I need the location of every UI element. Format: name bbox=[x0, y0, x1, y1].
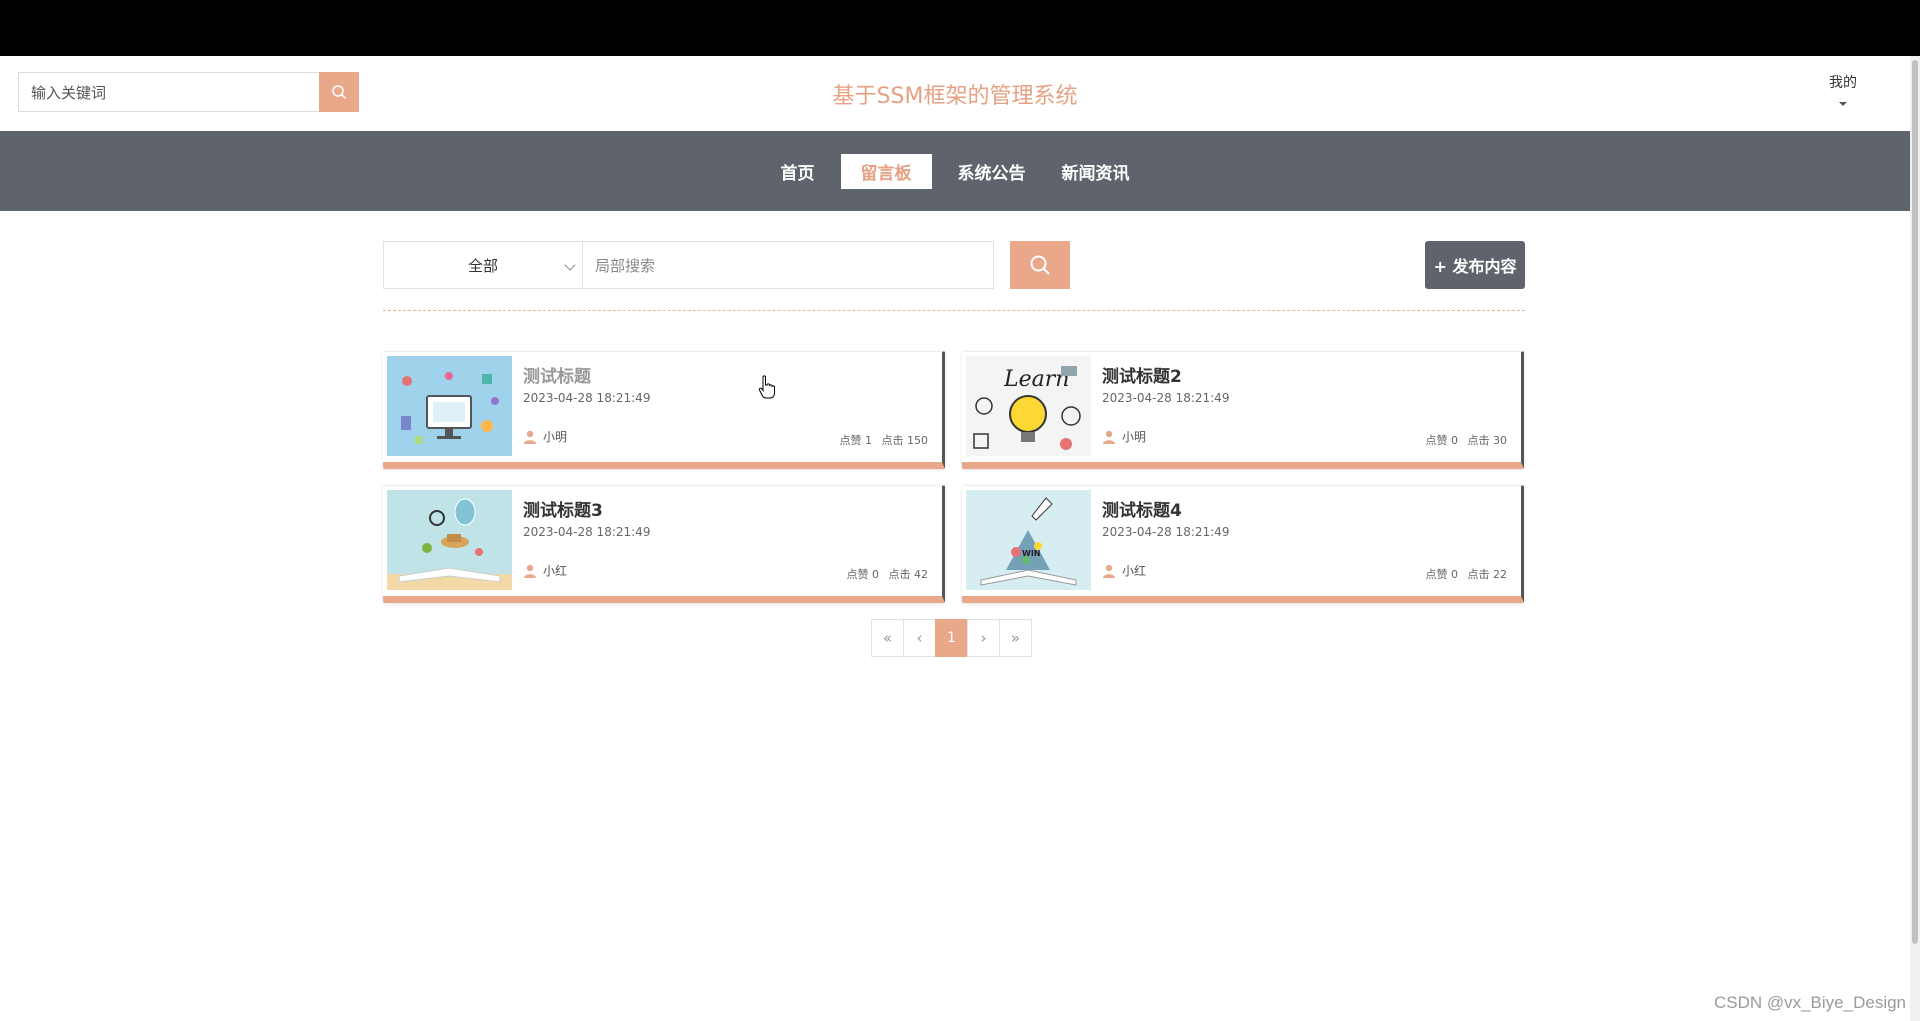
post-likes: 点赞 0 bbox=[1425, 568, 1459, 581]
post-card[interactable]: 测试标题 2023-04-28 18:21:49 小明 点赞 1 点击 150 bbox=[383, 351, 945, 469]
pagination-prev[interactable]: ‹ bbox=[903, 619, 936, 657]
search-icon bbox=[1030, 255, 1050, 275]
post-thumbnail: WIN bbox=[966, 490, 1091, 590]
publish-button[interactable]: + 发布内容 bbox=[1425, 241, 1525, 289]
user-icon bbox=[524, 430, 536, 444]
post-date: 2023-04-28 18:21:49 bbox=[523, 525, 651, 539]
post-title[interactable]: 测试标题3 bbox=[523, 496, 603, 521]
post-clicks: 点击 42 bbox=[888, 568, 929, 581]
post-date: 2023-04-28 18:21:49 bbox=[1102, 525, 1230, 539]
nav-item-announcements[interactable]: 系统公告 bbox=[948, 155, 1036, 188]
post-card[interactable]: WIN 测试标题4 2023-04-28 18:21:49 小红 点赞 0 点击… bbox=[962, 485, 1524, 603]
user-icon bbox=[524, 564, 536, 578]
local-search-button[interactable] bbox=[1010, 241, 1070, 289]
site-header: 输入关键词 基于SSM框架的管理系统 我的 bbox=[0, 56, 1910, 131]
post-author: 小明 bbox=[523, 428, 567, 445]
browser-top-bar bbox=[0, 0, 1920, 56]
svg-text:Learn: Learn bbox=[1003, 367, 1069, 392]
post-thumbnail bbox=[387, 356, 512, 456]
post-date: 2023-04-28 18:21:49 bbox=[523, 391, 651, 405]
post-title[interactable]: 测试标题4 bbox=[1102, 496, 1182, 521]
nav-item-message-board[interactable]: 留言板 bbox=[840, 153, 932, 189]
user-icon bbox=[1103, 430, 1115, 444]
user-menu[interactable]: 我的 bbox=[1826, 72, 1860, 106]
post-author: 小红 bbox=[1102, 562, 1146, 579]
post-author: 小明 bbox=[1102, 428, 1146, 445]
user-icon bbox=[1103, 564, 1115, 578]
local-search-input[interactable]: 局部搜索 bbox=[582, 241, 994, 289]
hand-cursor-icon bbox=[758, 375, 775, 399]
pagination-last[interactable]: » bbox=[999, 619, 1032, 657]
post-author-name: 小明 bbox=[1122, 430, 1147, 444]
caret-down-icon bbox=[1839, 102, 1847, 106]
post-title[interactable]: 测试标题 bbox=[523, 362, 591, 387]
category-select-value: 全部 bbox=[467, 256, 498, 275]
filter-bar: 全部 局部搜索 + 发布内容 bbox=[383, 241, 1525, 289]
svg-text:WIN: WIN bbox=[1022, 549, 1041, 558]
pagination-first[interactable]: « bbox=[871, 619, 904, 657]
post-card[interactable]: 测试标题3 2023-04-28 18:21:49 小红 点赞 0 点击 42 bbox=[383, 485, 945, 603]
pagination: « ‹ 1 › » bbox=[871, 619, 1032, 657]
post-likes: 点赞 0 bbox=[1425, 434, 1459, 447]
chevron-down-icon bbox=[564, 259, 576, 271]
site-title: 基于SSM框架的管理系统 bbox=[832, 84, 1078, 109]
post-stats: 点赞 1 点击 150 bbox=[834, 432, 929, 448]
main-nav: 首页 留言板 系统公告 新闻资讯 bbox=[0, 131, 1910, 211]
nav-item-home[interactable]: 首页 bbox=[771, 155, 825, 188]
scrollbar-thumb[interactable] bbox=[1912, 60, 1918, 944]
post-likes: 点赞 0 bbox=[846, 568, 880, 581]
section-divider bbox=[383, 310, 1525, 311]
post-author-name: 小红 bbox=[543, 564, 568, 578]
watermark: CSDN @vx_Biye_Design bbox=[1713, 993, 1906, 1012]
post-stats: 点赞 0 点击 22 bbox=[1420, 566, 1508, 582]
category-select[interactable]: 全部 bbox=[383, 241, 583, 289]
post-clicks: 点击 30 bbox=[1467, 434, 1508, 447]
post-thumbnail bbox=[387, 490, 512, 590]
pagination-next[interactable]: › bbox=[967, 619, 1000, 657]
post-likes: 点赞 1 bbox=[839, 434, 873, 447]
post-author: 小红 bbox=[523, 562, 567, 579]
nav-item-news[interactable]: 新闻资讯 bbox=[1052, 155, 1140, 188]
post-stats: 点赞 0 点击 30 bbox=[1420, 432, 1508, 448]
user-menu-label: 我的 bbox=[1829, 75, 1857, 91]
post-thumbnail: Learn bbox=[966, 356, 1091, 456]
post-date: 2023-04-28 18:21:49 bbox=[1102, 391, 1230, 405]
post-stats: 点赞 0 点击 42 bbox=[841, 566, 929, 582]
post-author-name: 小红 bbox=[1122, 564, 1147, 578]
pagination-current[interactable]: 1 bbox=[935, 619, 968, 657]
post-clicks: 点击 150 bbox=[881, 434, 929, 447]
post-clicks: 点击 22 bbox=[1467, 568, 1508, 581]
post-author-name: 小明 bbox=[543, 430, 568, 444]
post-title[interactable]: 测试标题2 bbox=[1102, 362, 1182, 387]
post-card[interactable]: Learn 测试标题2 2023-04-28 18:21:49 小明 点赞 0 … bbox=[962, 351, 1524, 469]
